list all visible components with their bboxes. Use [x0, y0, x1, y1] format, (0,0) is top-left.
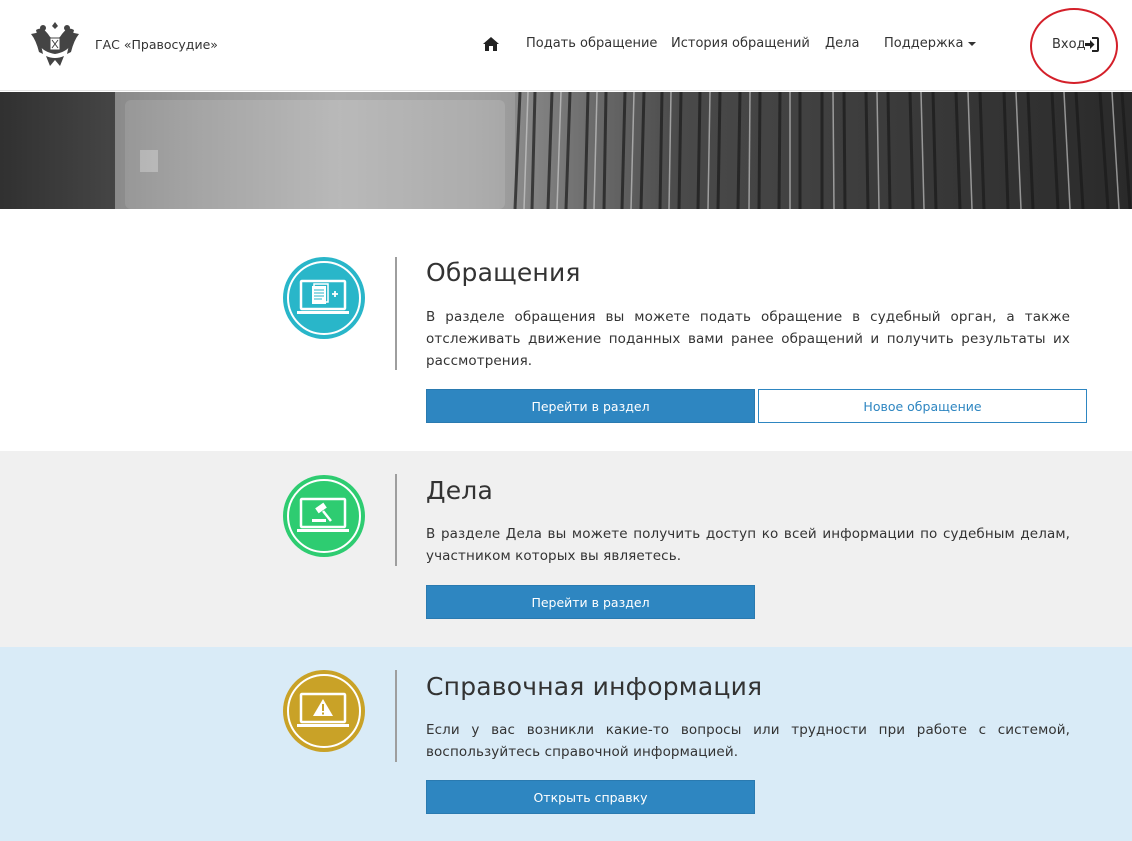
go-to-appeals-button[interactable]: Перейти в раздел: [426, 389, 755, 423]
coat-of-arms-logo[interactable]: [28, 16, 82, 74]
open-help-button[interactable]: Открыть справку: [426, 780, 755, 814]
section-divider: [395, 670, 397, 762]
nav-submit-appeal[interactable]: Подать обращение: [526, 36, 657, 51]
gavel-laptop-icon: [283, 475, 365, 557]
section-title: Обращения: [426, 258, 581, 287]
document-laptop-icon: [283, 257, 365, 339]
section-title: Дела: [426, 476, 494, 505]
warning-laptop-icon: [283, 670, 365, 752]
section-help: Справочная информация Если у вас возникл…: [0, 647, 1132, 841]
caret-down-icon: [967, 41, 976, 46]
section-description: В разделе обращения вы можете подать обр…: [426, 309, 1070, 369]
section-description: В разделе Дела вы можете получить доступ…: [426, 526, 1070, 564]
home-icon[interactable]: [483, 37, 499, 51]
nav-support[interactable]: Поддержка: [884, 36, 976, 51]
new-appeal-button[interactable]: Новое обращение: [758, 389, 1087, 423]
help-icon-circle: [283, 670, 365, 752]
banner-image: [0, 92, 1132, 209]
nav-support-label: Поддержка: [884, 36, 964, 51]
hero-banner: [0, 92, 1132, 209]
section-title: Справочная информация: [426, 672, 763, 701]
nav-cases[interactable]: Дела: [825, 36, 859, 51]
section-appeals: Обращения В разделе обращения вы можете …: [0, 209, 1132, 451]
site-header: ГАС «Правосудие» Подать обращение Истори…: [0, 0, 1132, 91]
brand-name[interactable]: ГАС «Правосудие»: [95, 37, 218, 52]
nav-appeal-history[interactable]: История обращений: [671, 36, 810, 51]
cases-icon-circle: [283, 475, 365, 557]
section-divider: [395, 474, 397, 566]
go-to-cases-button[interactable]: Перейти в раздел: [426, 585, 755, 619]
section-cases: Дела В разделе Дела вы можете получить д…: [0, 451, 1132, 647]
highlight-annotation: [1030, 8, 1118, 84]
section-description: Если у вас возникли какие-то вопросы или…: [426, 722, 1070, 760]
section-divider: [395, 257, 397, 370]
appeals-icon-circle: [283, 257, 365, 339]
